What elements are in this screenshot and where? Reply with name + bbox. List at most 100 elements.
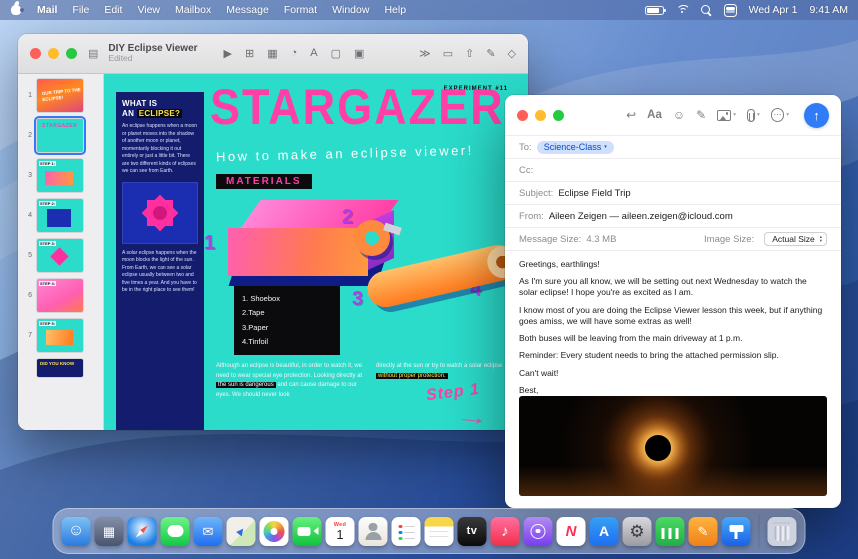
dock-messages[interactable]	[161, 517, 190, 546]
dock-contacts[interactable]	[359, 517, 388, 546]
emoji-button[interactable]: ☺	[673, 108, 685, 122]
tv-icon: tv	[467, 526, 478, 537]
markup-button[interactable]: ✎	[696, 108, 706, 122]
thumbnail-row: DID YOU KNOW	[22, 359, 97, 377]
minimize-button[interactable]	[48, 48, 59, 59]
from-label: From:	[519, 211, 544, 222]
dock-podcasts[interactable]	[524, 517, 553, 546]
dock-notes[interactable]	[425, 517, 454, 546]
document-canvas[interactable]: EXPERIMENT #11 WHAT IS AN ECLIPSE? An ec…	[104, 74, 528, 430]
battery-icon[interactable]	[645, 6, 664, 15]
page-thumbnail-step2[interactable]: STEP 2:	[37, 199, 83, 232]
recipient-token[interactable]: Science-Class ▾	[537, 141, 614, 154]
menu-format[interactable]: Format	[284, 4, 317, 16]
page-thumbnail-stargazer[interactable]: STARGAZER	[37, 119, 83, 152]
menu-mail[interactable]: Mail	[37, 4, 57, 16]
menu-bar-date[interactable]: Wed Apr 1	[749, 4, 798, 16]
search-icon[interactable]	[701, 5, 712, 16]
thumbnail-row: 7 STEP 5:	[22, 319, 97, 352]
dock-tv[interactable]: tv	[458, 517, 487, 546]
cc-field[interactable]: Cc:	[505, 158, 841, 181]
menu-message[interactable]: Message	[226, 4, 269, 16]
insert-chart-icon[interactable]: ◔	[291, 47, 298, 60]
page-thumbnail-step4[interactable]: STEP 4:	[37, 279, 83, 312]
menu-window[interactable]: Window	[332, 4, 369, 16]
document-title-block: DIY Eclipse Viewer Edited	[108, 43, 197, 64]
insert-media-icon[interactable]: ▣	[354, 47, 364, 60]
dock-safari[interactable]	[128, 517, 157, 546]
format-icon[interactable]: ◇	[508, 47, 516, 60]
subject-label: Subject:	[519, 188, 553, 199]
menu-mailbox[interactable]: Mailbox	[175, 4, 211, 16]
control-center-icon[interactable]	[724, 4, 737, 17]
dock-reminders[interactable]	[392, 517, 421, 546]
menu-file[interactable]: File	[72, 4, 89, 16]
send-button[interactable]: ↑	[804, 103, 829, 128]
menu-help[interactable]: Help	[384, 4, 406, 16]
image-size-popup[interactable]: Actual Size ▴ ▾	[764, 232, 827, 246]
insert-shape-icon[interactable]: ▢	[331, 47, 341, 60]
attach-button[interactable]: ▾	[747, 109, 760, 122]
more-tools-icon[interactable]: ≫	[419, 47, 431, 60]
photo-browser-button[interactable]: ▾	[717, 110, 736, 121]
dock: ☺ ▦ ✉ ▲ Wed 1 tv ♪ N A ⚙ ✎	[53, 508, 806, 554]
play-button[interactable]: ▶	[224, 47, 232, 60]
dock-trash[interactable]	[768, 517, 797, 546]
dock-mail[interactable]: ✉	[194, 517, 223, 546]
close-button[interactable]	[30, 48, 41, 59]
subject-value: Eclipse Field Trip	[558, 188, 630, 199]
dock-news[interactable]: N	[557, 517, 586, 546]
from-field[interactable]: From: Aileen Zeigen — aileen.zeigen@iclo…	[505, 204, 841, 227]
add-slide-button[interactable]: ⊞	[245, 47, 254, 60]
share-icon[interactable]: ⇧	[465, 47, 474, 60]
subject-field[interactable]: Subject: Eclipse Field Trip	[505, 181, 841, 204]
wifi-icon[interactable]	[676, 5, 689, 16]
material-item: 3.Paper	[242, 321, 332, 335]
page-thumbnail-didyouknow[interactable]: DID YOU KNOW	[37, 359, 83, 377]
dock-facetime[interactable]	[293, 517, 322, 546]
thumbnail-label: STEP 1:	[39, 161, 56, 166]
insert-table-icon[interactable]: ▦	[267, 47, 277, 60]
dock-keynote[interactable]	[722, 517, 751, 546]
page-thumbnail-cover[interactable]: OUR TRIP TO THE ECLIPSE!	[37, 79, 83, 112]
insert-menu-button[interactable]: ⋯▾	[771, 108, 789, 122]
page-thumbnail-step5[interactable]: STEP 5:	[37, 319, 83, 352]
zoom-button[interactable]	[66, 48, 77, 59]
to-field[interactable]: To: Science-Class ▾	[505, 135, 841, 158]
page-thumbnail-step1[interactable]: STEP 1:	[37, 159, 83, 192]
eclipse-photo-attachment[interactable]	[519, 396, 827, 496]
comment-icon[interactable]: ▭	[443, 47, 453, 60]
dock-system-settings[interactable]: ⚙	[623, 517, 652, 546]
insert-text-icon[interactable]: A	[310, 47, 317, 60]
zoom-button[interactable]	[553, 110, 564, 121]
view-sidebar-icon[interactable]: ▤	[88, 47, 98, 60]
dock-numbers[interactable]	[656, 517, 685, 546]
undo-button[interactable]: ↩	[626, 108, 636, 122]
caution-text-right: directly at the sun or try to watch a so…	[376, 362, 522, 381]
page-thumbnail-step3[interactable]: STEP 3:	[37, 239, 83, 272]
dock-calendar[interactable]: Wed 1	[326, 517, 355, 546]
material-item: 2.Tape	[242, 306, 332, 320]
tape-illustration	[354, 220, 390, 256]
image-size-value: Actual Size	[772, 234, 815, 244]
dock-maps[interactable]: ▲	[227, 517, 256, 546]
dock-app-store[interactable]: A	[590, 517, 619, 546]
apple-menu[interactable]	[10, 2, 22, 19]
dock-launchpad[interactable]: ▦	[95, 517, 124, 546]
format-button[interactable]: Aa	[647, 109, 662, 121]
material-item: 1. Shoebox	[242, 292, 332, 306]
dock-pages[interactable]: ✎	[689, 517, 718, 546]
dock-photos[interactable]	[260, 517, 289, 546]
menu-edit[interactable]: Edit	[104, 4, 122, 16]
dock-finder[interactable]: ☺	[62, 517, 91, 546]
minimize-button[interactable]	[535, 110, 546, 121]
menu-view[interactable]: View	[137, 4, 160, 16]
image-size-label: Image Size:	[704, 234, 754, 245]
close-button[interactable]	[517, 110, 528, 121]
markup-icon[interactable]: ✎	[486, 47, 495, 60]
popup-chevrons-icon: ▴ ▾	[820, 235, 822, 243]
thumbnail-label: STARGAZER	[41, 123, 78, 130]
dock-music[interactable]: ♪	[491, 517, 520, 546]
menu-bar-time[interactable]: 9:41 AM	[809, 4, 848, 16]
message-body-editor[interactable]: Greetings, earthlings! As I'm sure you a…	[505, 250, 841, 394]
